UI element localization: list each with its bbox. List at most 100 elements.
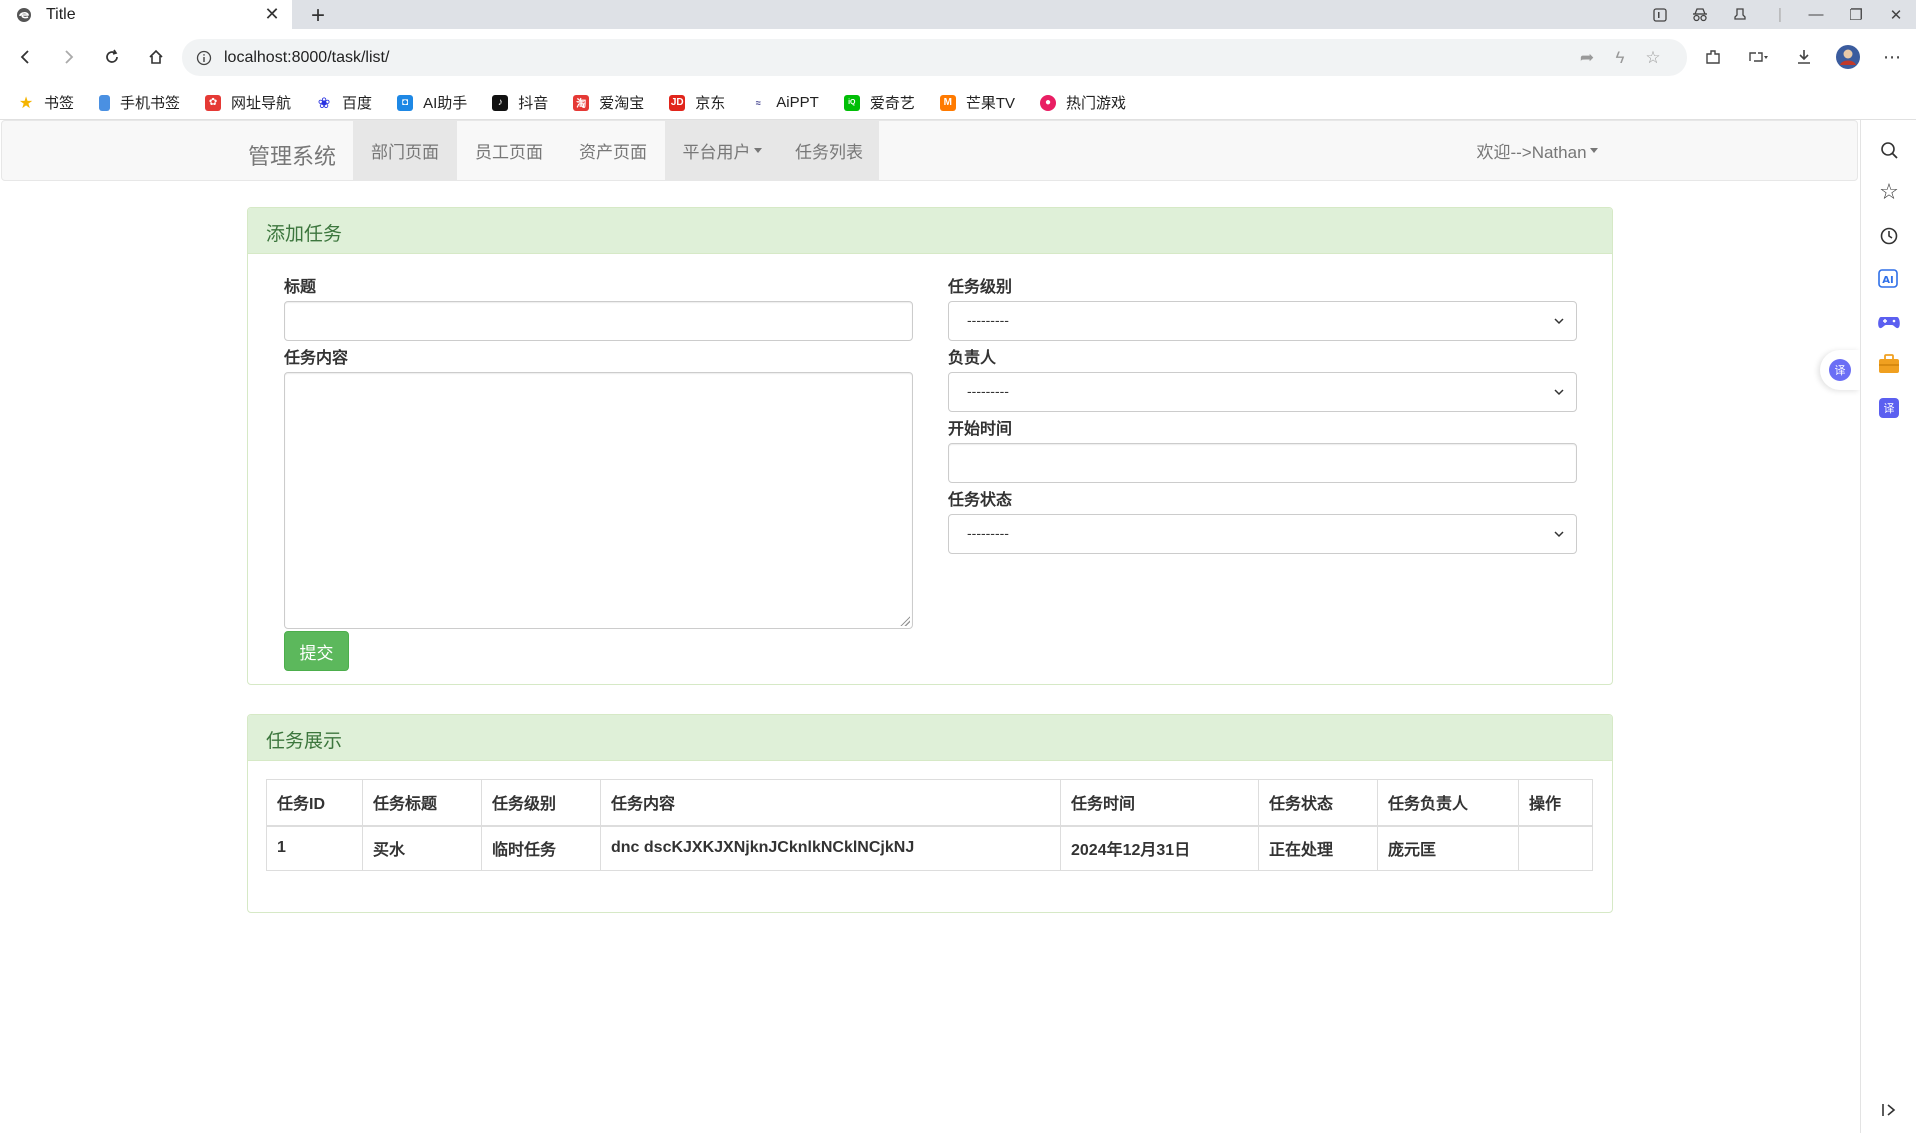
screenshot-icon[interactable] <box>1742 41 1774 73</box>
svg-text:译: 译 <box>1884 402 1895 415</box>
level-select[interactable]: --------- <box>948 301 1577 341</box>
submit-button[interactable]: 提交 <box>284 631 349 671</box>
bookmark-label: 网址导航 <box>231 95 292 112</box>
bookmark-item[interactable]: ≈ AiPPT <box>750 94 819 111</box>
cell-task-status: 正在处理 <box>1258 825 1378 871</box>
start-time-input[interactable] <box>948 443 1577 483</box>
gamepad-icon[interactable] <box>1877 310 1901 334</box>
reload-icon[interactable] <box>96 41 128 73</box>
games-icon: ● <box>1040 94 1056 111</box>
chevron-down-icon <box>1554 389 1564 396</box>
bookmark-item[interactable]: ♪ 抖音 <box>492 92 548 113</box>
nav-label: 任务列表 <box>795 143 863 162</box>
page-viewport: 管理系统 部门页面 员工页面 资产页面 平台用户 任务列表 欢迎-->Natha… <box>0 120 1860 1133</box>
history-clock-icon[interactable] <box>1877 224 1901 248</box>
floating-translate-button[interactable]: 译 <box>1820 350 1860 390</box>
user-menu-dropdown[interactable]: 欢迎-->Nathan <box>1462 121 1612 180</box>
more-menu-icon[interactable]: ⋯ <box>1876 41 1908 73</box>
bookmark-item[interactable]: ● 热门游戏 <box>1040 92 1126 113</box>
ai-assistant-icon: ◘ <box>397 94 414 111</box>
content-textarea[interactable] <box>284 372 913 629</box>
nav-label: 部门页面 <box>371 143 439 162</box>
restore-icon[interactable]: ❐ <box>1836 0 1876 29</box>
window-close-icon[interactable]: ✕ <box>1876 0 1916 29</box>
caret-down-icon <box>753 148 762 153</box>
title-input[interactable] <box>284 301 913 341</box>
ai-icon[interactable]: AI <box>1877 266 1901 290</box>
bookmark-item[interactable]: ★ 书签 <box>18 92 74 113</box>
home-icon[interactable] <box>140 41 172 73</box>
bookmark-label: 抖音 <box>518 95 549 112</box>
bookmark-item[interactable]: 手机书签 <box>99 92 180 113</box>
chevron-down-icon <box>1554 318 1564 325</box>
site-info-icon[interactable] <box>196 50 212 66</box>
svg-text:AI: AI <box>1882 275 1893 286</box>
new-tab-icon[interactable]: + <box>306 2 330 30</box>
cell-task-level: 临时任务 <box>481 825 601 871</box>
content-label: 任务内容 <box>284 350 349 367</box>
bookmark-item[interactable]: ◘ AI助手 <box>397 92 467 113</box>
back-icon[interactable] <box>10 41 42 73</box>
bookmark-item[interactable]: JD 京东 <box>669 92 725 113</box>
level-label: 任务级别 <box>948 279 1013 296</box>
omnibox[interactable]: localhost:8000/task/list/ ➦ ϟ ☆ <box>182 39 1687 76</box>
minimize-icon[interactable]: — <box>1796 0 1836 29</box>
nav-label: 平台用户 <box>682 143 751 162</box>
column-header: 任务状态 <box>1258 779 1378 827</box>
favorites-star-icon[interactable]: ☆ <box>1877 179 1901 204</box>
nav-assets[interactable]: 资产页面 <box>561 121 665 180</box>
tab-actions-icon[interactable] <box>1640 0 1680 29</box>
profile-avatar-icon[interactable] <box>1832 41 1864 73</box>
bookmark-item[interactable]: M 芒果TV <box>939 92 1015 113</box>
bookmark-item[interactable]: ✿ 网址导航 <box>205 92 291 113</box>
bookmark-item[interactable]: 淘 爱淘宝 <box>573 92 644 113</box>
task-table: 任务ID 任务标题 任务级别 任务内容 任务时间 任务状态 任务负责人 操作 1… <box>266 779 1593 871</box>
share-icon[interactable]: ➦ <box>1577 48 1597 68</box>
cell-task-actions[interactable] <box>1518 825 1593 871</box>
level-select-value: --------- <box>967 312 1009 328</box>
navigation-icon: ✿ <box>205 94 222 111</box>
extensions-icon[interactable] <box>1697 41 1729 73</box>
user-greeting: 欢迎-->Nathan <box>1476 143 1587 162</box>
jd-icon: JD <box>669 94 686 111</box>
bookmark-label: 爱淘宝 <box>599 95 645 112</box>
close-tab-icon[interactable]: ✕ <box>262 4 282 25</box>
title-label: 标题 <box>284 279 317 296</box>
browser-side-panel: ☆ AI 译 <box>1860 120 1916 1133</box>
favorite-star-icon[interactable]: ☆ <box>1643 48 1663 68</box>
bookmarks-bar: ★ 书签 手机书签 ✿ 网址导航 ❀ 百度 ◘ AI助手 ♪ 抖音 淘 爱淘宝 … <box>0 86 1916 120</box>
extension-pin-icon[interactable] <box>1720 0 1760 29</box>
incognito-icon[interactable] <box>1680 0 1720 29</box>
bookmark-item[interactable]: iQ 爱奇艺 <box>843 92 915 113</box>
lightning-icon[interactable]: ϟ <box>1610 48 1630 68</box>
nav-departments[interactable]: 部门页面 <box>353 121 457 180</box>
collapse-panel-icon[interactable] <box>1877 1098 1901 1122</box>
browser-tab[interactable]: Title ✕ <box>0 0 292 29</box>
download-icon[interactable] <box>1788 41 1820 73</box>
table-row: 1 买水 临时任务 dnc dscKJXKJXNjknJCknlkNCklNCj… <box>266 825 1593 871</box>
aippt-icon: ≈ <box>755 97 761 108</box>
cell-task-time: 2024年12月31日 <box>1060 825 1259 871</box>
forward-icon[interactable] <box>52 41 84 73</box>
status-select-value: --------- <box>967 525 1009 541</box>
nav-platform-users-dropdown[interactable]: 平台用户 <box>665 121 779 180</box>
tab-title: Title <box>46 5 76 23</box>
column-header: 任务级别 <box>481 779 601 827</box>
search-icon[interactable] <box>1877 138 1901 162</box>
status-select[interactable]: --------- <box>948 514 1577 554</box>
nav-employees[interactable]: 员工页面 <box>457 121 561 180</box>
column-header: 操作 <box>1518 779 1593 827</box>
bookmark-label: 京东 <box>695 95 726 112</box>
task-list-panel: 任务展示 任务ID 任务标题 任务级别 任务内容 任务时间 任务状态 任务负责人… <box>247 714 1613 913</box>
add-task-heading: 添加任务 <box>248 208 1612 254</box>
brand-title[interactable]: 管理系统 <box>248 139 336 171</box>
top-navbar: 管理系统 部门页面 员工页面 资产页面 平台用户 任务列表 欢迎-->Natha… <box>1 120 1858 181</box>
nav-task-list[interactable]: 任务列表 <box>779 121 879 180</box>
translate-panel-icon[interactable]: 译 <box>1877 396 1901 420</box>
start-time-label: 开始时间 <box>948 421 1013 438</box>
toolbox-icon[interactable] <box>1877 352 1901 376</box>
owner-select[interactable]: --------- <box>948 372 1577 412</box>
douyin-icon: ♪ <box>492 94 509 111</box>
resize-grip-icon[interactable] <box>900 616 910 626</box>
bookmark-item[interactable]: ❀ 百度 <box>316 92 372 113</box>
